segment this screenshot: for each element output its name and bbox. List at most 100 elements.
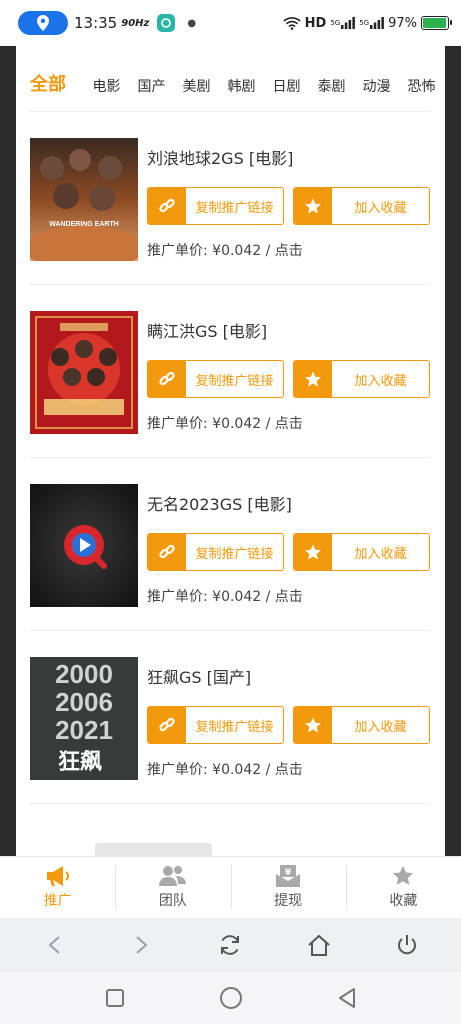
tab-thai-drama[interactable]: 泰剧 xyxy=(309,76,354,96)
add-favorite-label: 加入收藏 xyxy=(354,546,407,562)
poster-year-2: 2006 xyxy=(55,687,113,717)
list-item: 瞒江洪GS [电影] 复制推广链接 加入收藏 推广单价: ¥0.042 / 点击 xyxy=(30,285,430,458)
list-item: 无名2023GS [电影] 复制推广链接 加入收藏 推广单价: ¥0.042 /… xyxy=(30,458,430,631)
team-icon xyxy=(158,866,186,886)
status-bar: 13:35 90Hz ● HD 5G 5G 97% xyxy=(0,0,461,46)
copy-promo-link-label: 复制推广链接 xyxy=(195,200,274,216)
tab-j-drama[interactable]: 日剧 xyxy=(264,76,309,96)
copy-promo-link-button[interactable]: 复制推广链接 xyxy=(147,360,284,398)
list-item: 2000 2006 2021 狂飙 狂飙GS [国产] 复制推广链接 加入收藏 … xyxy=(30,631,430,804)
tab-movie[interactable]: 电影 xyxy=(84,76,129,96)
system-back-button[interactable] xyxy=(333,984,361,1012)
status-right: HD 5G 5G 97% xyxy=(283,15,452,31)
link-icon xyxy=(148,188,186,224)
nav-team-label: 团队 xyxy=(158,893,187,909)
location-indicator[interactable] xyxy=(18,11,68,35)
add-favorite-button[interactable]: 加入收藏 xyxy=(293,706,430,744)
forward-icon xyxy=(136,936,148,954)
movie-title[interactable]: 瞒江洪GS [电影] xyxy=(147,318,267,342)
copy-promo-link-button[interactable]: 复制推广链接 xyxy=(147,187,284,225)
network-label: HD xyxy=(304,15,327,31)
browser-power-button[interactable] xyxy=(387,925,427,965)
signal-bars-icon xyxy=(370,17,384,29)
copy-promo-link-label: 复制推广链接 xyxy=(195,373,274,389)
item-divider xyxy=(30,803,430,804)
nav-team[interactable]: 团队 xyxy=(115,857,230,918)
add-favorite-label: 加入收藏 xyxy=(354,200,407,216)
browser-home-button[interactable] xyxy=(299,925,339,965)
signal-5g-2: 5G xyxy=(359,19,370,27)
unit-price: 推广单价: ¥0.042 / 点击 xyxy=(147,762,303,778)
back-icon xyxy=(48,936,60,954)
frame-left xyxy=(0,46,16,856)
category-tabs: 全部 电影 国产 美剧 韩剧 日剧 泰剧 动漫 恐怖 xyxy=(30,70,444,96)
nav-promote[interactable]: 推广 xyxy=(0,857,115,918)
nav-promote-label: 推广 xyxy=(43,893,72,909)
signal-5g-1: 5G xyxy=(330,19,341,27)
tab-all[interactable]: 全部 xyxy=(30,70,84,96)
unit-price: 推广单价: ¥0.042 / 点击 xyxy=(147,243,303,259)
wifi-icon xyxy=(283,17,301,30)
more-notifications-dot: ● xyxy=(187,17,197,29)
add-favorite-label: 加入收藏 xyxy=(354,373,407,389)
poster-year-1: 2000 xyxy=(55,659,113,689)
tab-us-drama[interactable]: 美剧 xyxy=(174,76,219,96)
megaphone-icon xyxy=(46,866,69,886)
copy-promo-link-button[interactable]: 复制推广链接 xyxy=(147,706,284,744)
nav-withdraw[interactable]: ¥ 提现 xyxy=(230,857,346,918)
power-icon xyxy=(397,935,416,955)
add-favorite-button[interactable]: 加入收藏 xyxy=(293,187,430,225)
app-notification-icon xyxy=(157,14,176,32)
movie-poster[interactable]: 2000 2006 2021 狂飙 xyxy=(30,657,138,780)
copy-promo-link-label: 复制推广链接 xyxy=(195,546,274,562)
movie-poster[interactable] xyxy=(30,311,138,434)
nav-favorites-label: 收藏 xyxy=(389,893,418,909)
recents-icon xyxy=(105,989,124,1007)
refresh-rate: 90Hz xyxy=(121,17,150,29)
add-favorite-button[interactable]: 加入收藏 xyxy=(293,360,430,398)
movie-title[interactable]: 刘浪地球2GS [电影] xyxy=(147,145,293,169)
battery-percent: 97% xyxy=(388,15,417,31)
nav-withdraw-label: 提现 xyxy=(274,893,303,909)
system-navigation-bar xyxy=(0,972,461,1024)
nav-favorites[interactable]: 收藏 xyxy=(345,857,461,918)
frame-right xyxy=(445,46,461,856)
movie-title[interactable]: 狂飙GS [国产] xyxy=(147,664,251,688)
link-icon xyxy=(148,361,186,397)
star-icon xyxy=(294,707,332,743)
link-icon xyxy=(148,534,186,570)
poster-title-text: WANDERING EARTH xyxy=(49,221,119,228)
add-favorite-label: 加入收藏 xyxy=(354,719,407,735)
tab-domestic[interactable]: 国产 xyxy=(129,76,174,96)
star-icon xyxy=(294,534,332,570)
withdraw-icon: ¥ xyxy=(276,865,301,887)
browser-refresh-button[interactable] xyxy=(210,925,250,965)
poster-name-text: 狂飙 xyxy=(58,750,102,775)
location-pin-icon xyxy=(37,15,49,31)
movie-title[interactable]: 无名2023GS [电影] xyxy=(147,491,292,515)
unit-price: 推广单价: ¥0.042 / 点击 xyxy=(147,416,303,432)
recents-button[interactable] xyxy=(101,984,129,1012)
star-icon xyxy=(294,361,332,397)
bottom-nav: 推广 团队 ¥ 提现 收藏 xyxy=(0,856,461,918)
tab-horror[interactable]: 恐怖 xyxy=(399,76,444,96)
copy-promo-link-label: 复制推广链接 xyxy=(195,719,274,735)
load-more-handle xyxy=(95,843,212,856)
tab-anime[interactable]: 动漫 xyxy=(354,76,399,96)
system-home-button[interactable] xyxy=(217,984,245,1012)
add-favorite-button[interactable]: 加入收藏 xyxy=(293,533,430,571)
tab-k-drama[interactable]: 韩剧 xyxy=(219,76,264,96)
star-icon xyxy=(294,188,332,224)
signal-bars-icon xyxy=(341,17,356,29)
promo-list-page: 全部 电影 国产 美剧 韩剧 日剧 泰剧 动漫 恐怖 WANDERING EAR… xyxy=(16,46,445,856)
back-triangle-icon xyxy=(338,988,355,1008)
copy-promo-link-button[interactable]: 复制推广链接 xyxy=(147,533,284,571)
browser-forward-button[interactable] xyxy=(122,925,162,965)
browser-back-button[interactable] xyxy=(34,925,74,965)
poster-year-3: 2021 xyxy=(55,715,113,745)
home-icon xyxy=(307,934,330,956)
movie-poster[interactable]: WANDERING EARTH xyxy=(30,138,138,261)
movie-poster[interactable] xyxy=(30,484,138,607)
link-icon xyxy=(148,707,186,743)
battery-icon xyxy=(421,16,452,30)
